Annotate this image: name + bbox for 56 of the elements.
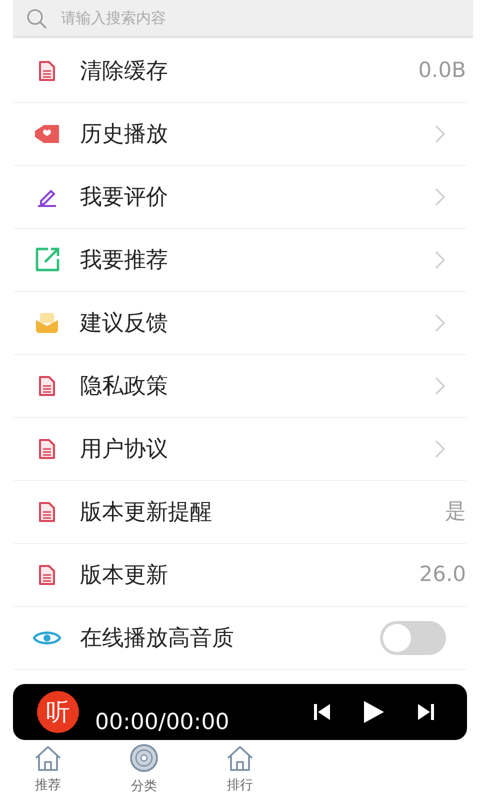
- setting-label: 历史播放: [80, 120, 169, 148]
- play-icon: [363, 700, 385, 724]
- settings-row[interactable]: 清除缓存 0.0B: [14, 40, 466, 103]
- settings-row[interactable]: 我要评价: [14, 166, 466, 229]
- setting-value: 是: [445, 498, 466, 526]
- share-icon: [34, 247, 60, 273]
- setting-label: 版本更新提醒: [80, 498, 213, 526]
- setting-label: 隐私政策: [80, 372, 169, 400]
- document-icon: [37, 438, 57, 460]
- pencil-icon: [36, 187, 58, 207]
- settings-row[interactable]: 隐私政策: [14, 355, 466, 418]
- nav-tab[interactable]: 分类: [96, 740, 192, 800]
- chevron-right-icon: [434, 439, 446, 459]
- document-icon: [37, 564, 57, 586]
- setting-label: 用户协议: [80, 436, 169, 464]
- settings-row[interactable]: 在线播放高音质: [14, 607, 466, 670]
- disc-icon: [129, 743, 159, 774]
- nav-tab[interactable]: 排行: [192, 740, 288, 800]
- setting-label: 版本更新: [80, 562, 169, 590]
- next-button[interactable]: [417, 703, 435, 721]
- chevron-right-icon: [434, 124, 446, 144]
- house-icon: [33, 744, 63, 772]
- play-button[interactable]: [363, 700, 385, 724]
- setting-value: 0.0B: [418, 57, 466, 84]
- setting-label: 清除缓存: [80, 58, 169, 86]
- nav-tab[interactable]: 推荐: [0, 740, 96, 800]
- setting-label: 建议反馈: [80, 310, 169, 338]
- heart-tag-icon: [33, 123, 61, 145]
- search-field[interactable]: 请输入搜索内容: [13, 0, 473, 38]
- document-icon: [37, 501, 57, 523]
- app-logo: 听: [37, 691, 79, 733]
- document-icon: [37, 375, 57, 397]
- document-icon: [37, 60, 57, 82]
- settings-row[interactable]: 用户协议: [14, 418, 466, 481]
- toggle-switch[interactable]: [380, 621, 446, 655]
- settings-row[interactable]: 版本更新 26.0: [14, 544, 466, 607]
- skip-back-icon: [313, 703, 331, 721]
- envelope-icon: [35, 312, 59, 334]
- settings-row[interactable]: 版本更新提醒 是: [14, 481, 466, 544]
- setting-label: 在线播放高音质: [80, 624, 235, 652]
- settings-row[interactable]: 历史播放: [14, 103, 466, 166]
- previous-button[interactable]: [313, 703, 331, 721]
- settings-row[interactable]: 建议反馈: [14, 292, 466, 355]
- chevron-right-icon: [434, 250, 446, 270]
- skip-forward-icon: [417, 703, 435, 721]
- setting-value: 26.0: [419, 561, 466, 588]
- chevron-right-icon: [434, 187, 446, 207]
- settings-row[interactable]: 我要推荐: [14, 229, 466, 292]
- house-icon: [225, 744, 255, 772]
- setting-label: 我要评价: [80, 184, 169, 212]
- eye-icon: [33, 629, 61, 647]
- chevron-right-icon: [434, 313, 446, 333]
- search-icon: [26, 8, 48, 30]
- setting-label: 我要推荐: [80, 246, 169, 274]
- chevron-right-icon: [434, 376, 446, 396]
- playback-time: 00:00/00:00: [95, 708, 230, 736]
